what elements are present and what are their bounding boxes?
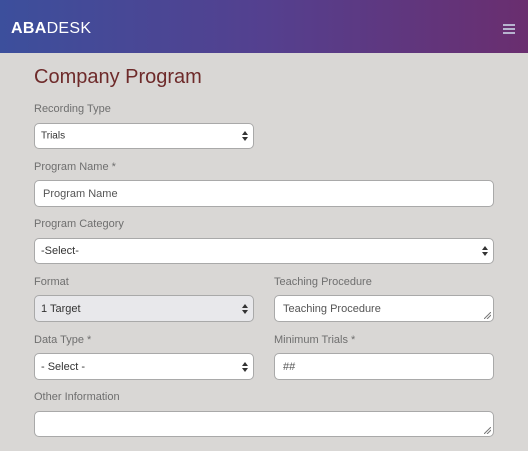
select-arrows-icon xyxy=(242,361,248,372)
select-arrows-icon xyxy=(482,246,488,256)
program-category-value: -Select- xyxy=(41,245,79,257)
program-name-placeholder: Program Name xyxy=(43,187,118,200)
recording-type-value: Trials xyxy=(41,130,66,142)
recording-type-select[interactable]: Trials xyxy=(34,123,254,149)
minimum-trials-input[interactable]: ## xyxy=(274,353,494,380)
teaching-procedure-label: Teaching Procedure xyxy=(274,276,372,288)
format-label: Format xyxy=(34,276,69,288)
recording-type-label: Recording Type xyxy=(34,103,111,115)
resize-grip-icon[interactable] xyxy=(484,427,491,434)
program-category-select[interactable]: -Select- xyxy=(34,238,494,264)
format-select[interactable]: 1 Target xyxy=(34,295,254,322)
page-title: Company Program xyxy=(34,66,202,88)
data-type-select[interactable]: - Select - xyxy=(34,353,254,380)
program-category-label: Program Category xyxy=(34,218,124,230)
teaching-procedure-textarea[interactable]: Teaching Procedure xyxy=(274,295,494,322)
brand-logo-light: DESK xyxy=(46,20,92,37)
select-arrows-icon xyxy=(242,303,248,314)
hamburger-menu-icon[interactable] xyxy=(503,24,515,34)
select-arrows-icon xyxy=(242,131,248,141)
other-information-textarea[interactable] xyxy=(34,411,494,437)
top-navbar: ABADESK xyxy=(0,0,528,53)
program-name-label: Program Name * xyxy=(34,161,116,173)
brand-logo-bold: ABA xyxy=(11,20,47,37)
teaching-procedure-placeholder: Teaching Procedure xyxy=(283,302,381,315)
resize-grip-icon[interactable] xyxy=(484,312,491,319)
data-type-value: - Select - xyxy=(41,360,86,373)
minimum-trials-label: Minimum Trials * xyxy=(274,334,356,346)
minimum-trials-placeholder: ## xyxy=(283,360,296,373)
data-type-label: Data Type * xyxy=(34,334,92,346)
program-name-input[interactable]: Program Name xyxy=(34,180,494,207)
brand-logo[interactable]: ABADESK xyxy=(11,20,91,38)
format-value: 1 Target xyxy=(41,302,81,315)
other-information-label: Other Information xyxy=(34,391,120,403)
